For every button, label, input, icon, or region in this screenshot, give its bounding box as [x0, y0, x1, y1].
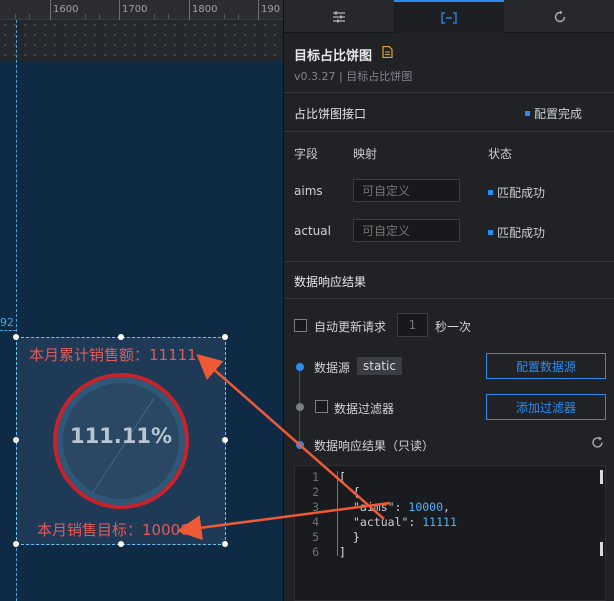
filter-checkbox[interactable]: [315, 400, 328, 413]
rotate-icon: [554, 10, 565, 22]
add-filter-button[interactable]: 添加过滤器: [486, 394, 606, 420]
json-key: "actual": [353, 515, 409, 529]
resize-handle[interactable]: [222, 334, 228, 340]
panel-tabs: [284, 0, 614, 33]
json-code-viewer[interactable]: 1 [ 2 { 3 "aims": 10000, 4 "actual": 111…: [294, 465, 606, 601]
sales-actual-label: 本月累计销售额：11111: [29, 346, 197, 364]
status-dot: [488, 230, 493, 235]
step-dot: [296, 363, 304, 371]
canvas-top-margin: [0, 20, 283, 62]
header-field: 字段: [294, 147, 319, 161]
code-line: ]: [339, 545, 346, 559]
resize-handle[interactable]: [222, 541, 228, 547]
config-status: 配置完成: [525, 105, 582, 122]
field-status: 匹配成功: [488, 184, 545, 201]
scrollbar-thumb[interactable]: [600, 470, 603, 484]
section-title: 占比饼图接口: [294, 107, 367, 121]
field-name: aims: [294, 184, 323, 198]
json-key: "aims": [353, 500, 395, 514]
target-pie-widget[interactable]: 本月累计销售额：11111 111.11% 本月销售目标：10000: [13, 334, 228, 547]
json-punct: ,: [443, 500, 450, 514]
filter-label: 数据过滤器: [334, 402, 395, 416]
configure-datasource-button[interactable]: 配置数据源: [486, 353, 606, 379]
field-name: actual: [294, 224, 331, 238]
sales-target-label: 本月销售目标：10000: [37, 521, 190, 539]
tab-data[interactable]: [394, 0, 504, 33]
code-line: [: [339, 470, 346, 484]
line-number: 5: [312, 530, 319, 544]
line-number: 2: [312, 485, 319, 499]
status-dot: [488, 190, 493, 195]
field-status-text: 匹配成功: [497, 226, 546, 240]
line-number: 1: [312, 470, 319, 484]
component-version: v0.3.27 | 目标占比饼图: [294, 70, 413, 83]
code-line: {: [339, 485, 360, 499]
horizontal-guide-line: [0, 330, 16, 331]
line-number: 3: [312, 500, 319, 514]
step-dot: [296, 403, 304, 411]
step-dot: [296, 441, 304, 449]
header-mapping: 映射: [353, 147, 378, 161]
divider: [284, 131, 614, 132]
line-number: 4: [312, 515, 319, 529]
resize-handle[interactable]: [13, 541, 19, 547]
ruler-label: 1800: [192, 4, 218, 15]
auto-update-label: 自动更新请求: [314, 320, 387, 334]
line-number: 6: [312, 545, 319, 559]
status-dot: [525, 111, 530, 116]
sliders-icon: [333, 11, 345, 22]
tab-interaction[interactable]: [504, 0, 614, 33]
code-line: }: [339, 530, 360, 544]
divider: [284, 261, 614, 262]
bracket-icon: [441, 11, 457, 24]
percent-value: 111.11%: [69, 424, 173, 448]
resize-handle[interactable]: [118, 541, 124, 547]
code-line: "actual": 11111: [353, 515, 457, 529]
field-status-text: 匹配成功: [497, 186, 546, 200]
divider: [284, 298, 614, 299]
interval-unit: 秒一次: [435, 320, 472, 334]
ruler-label: 1600: [53, 4, 79, 15]
divider: [284, 92, 614, 93]
ruler-label: 190: [261, 4, 281, 15]
header-status: 状态: [488, 147, 513, 161]
field-status: 匹配成功: [488, 224, 545, 241]
document-icon[interactable]: [382, 46, 393, 58]
tab-settings[interactable]: [284, 0, 394, 33]
aims-mapping-input[interactable]: [353, 179, 460, 202]
auto-update-checkbox[interactable]: [294, 319, 307, 332]
code-line: "aims": 10000,: [353, 500, 450, 514]
json-value: 11111: [422, 515, 457, 529]
resize-handle[interactable]: [13, 334, 19, 340]
response-result-label: 数据响应结果（只读）: [314, 439, 435, 453]
datasource-label: 数据源: [314, 361, 351, 375]
json-value: 10000: [408, 500, 444, 514]
component-title: 目标占比饼图: [294, 49, 373, 64]
config-status-text: 配置完成: [534, 107, 583, 121]
actual-mapping-input[interactable]: [353, 219, 460, 242]
interval-input[interactable]: 1: [397, 313, 428, 337]
datasource-type-badge: static: [357, 357, 402, 375]
guide-coordinate: 92: [0, 316, 14, 329]
editor-canvas[interactable]: 1600 1700 1800 190 92 本月累计销售额：11111 111.…: [0, 0, 283, 601]
resize-handle[interactable]: [118, 334, 124, 340]
config-panel: 目标占比饼图 v0.3.27 | 目标占比饼图 占比饼图接口 配置完成 字段 映…: [283, 0, 614, 601]
horizontal-ruler: 1600 1700 1800 190: [0, 0, 283, 20]
scrollbar-thumb[interactable]: [600, 542, 603, 556]
refresh-icon[interactable]: [591, 436, 604, 449]
response-section-title: 数据响应结果: [294, 275, 367, 289]
ruler-label: 1700: [122, 4, 148, 15]
